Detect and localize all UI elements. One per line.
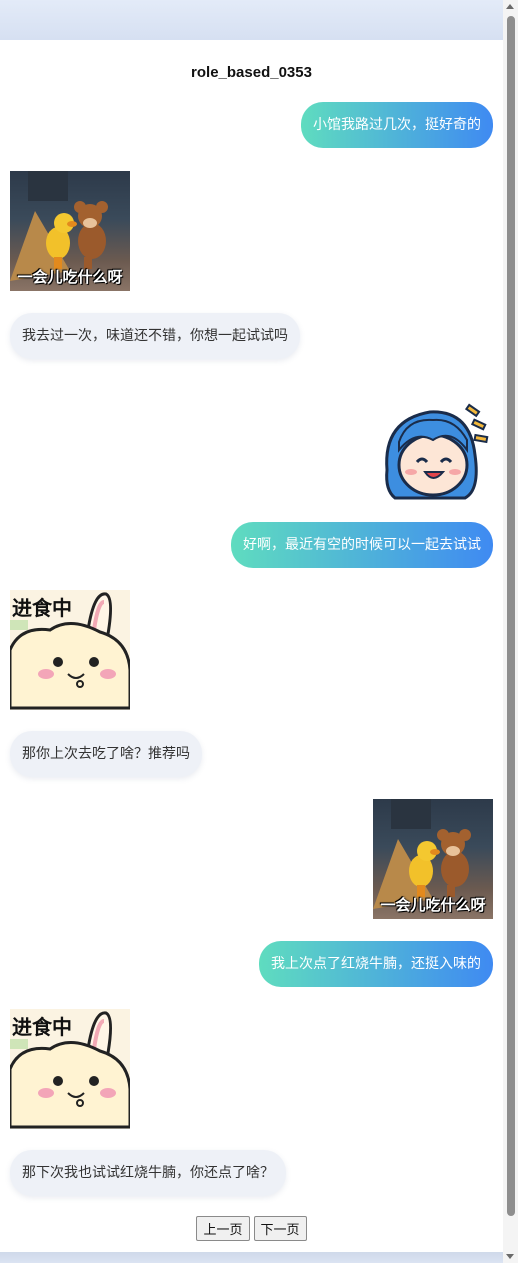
- tom-jerry-sticker: 一会儿吃什么呀: [10, 171, 130, 291]
- incoming-message-bubble: 那你上次去吃了啥？推荐吗: [10, 731, 202, 777]
- happy-blue-hair-girl-sticker: [375, 400, 495, 510]
- top-bar: [0, 0, 503, 40]
- outgoing-message-bubble: 我上次点了红烧牛腩，还挺入味的: [259, 941, 493, 987]
- chat-title: role_based_0353: [191, 64, 312, 81]
- incoming-message-bubble: 我去过一次，味道还不错，你想一起试试吗: [10, 313, 300, 359]
- vertical-scrollbar[interactable]: [503, 0, 518, 1263]
- eating-bunny-sticker: 进食中: [10, 590, 130, 710]
- sticker-caption: 进食中: [12, 1015, 72, 1039]
- next-page-button[interactable]: 下一页: [253, 1216, 307, 1241]
- scroll-up-icon[interactable]: [506, 4, 514, 9]
- bottom-bar: [0, 1252, 503, 1263]
- scroll-thumb[interactable]: [507, 16, 515, 1216]
- prev-page-button[interactable]: 上一页: [196, 1216, 250, 1241]
- happy-girl-illustration: [385, 403, 489, 500]
- sticker-caption: 一会儿吃什么呀: [380, 896, 486, 914]
- tom-jerry-sticker: 一会儿吃什么呀: [373, 799, 493, 919]
- pagination: 上一页 下一页: [0, 1216, 503, 1241]
- sticker-caption: 一会儿吃什么呀: [17, 268, 123, 286]
- sticker-caption: 进食中: [12, 596, 72, 620]
- incoming-message-bubble: 那下次我也试试红烧牛腩，你还点了啥？: [10, 1150, 286, 1196]
- chat-panel: role_based_0353 小馆我路过几次，挺好奇的 一会儿吃什么呀 我去过…: [0, 40, 503, 1252]
- outgoing-message-bubble: 小馆我路过几次，挺好奇的: [301, 102, 493, 148]
- outgoing-message-bubble: 好啊，最近有空的时候可以一起去试试: [231, 522, 493, 568]
- scroll-down-icon[interactable]: [506, 1254, 514, 1259]
- eating-bunny-sticker: 进食中: [10, 1009, 130, 1129]
